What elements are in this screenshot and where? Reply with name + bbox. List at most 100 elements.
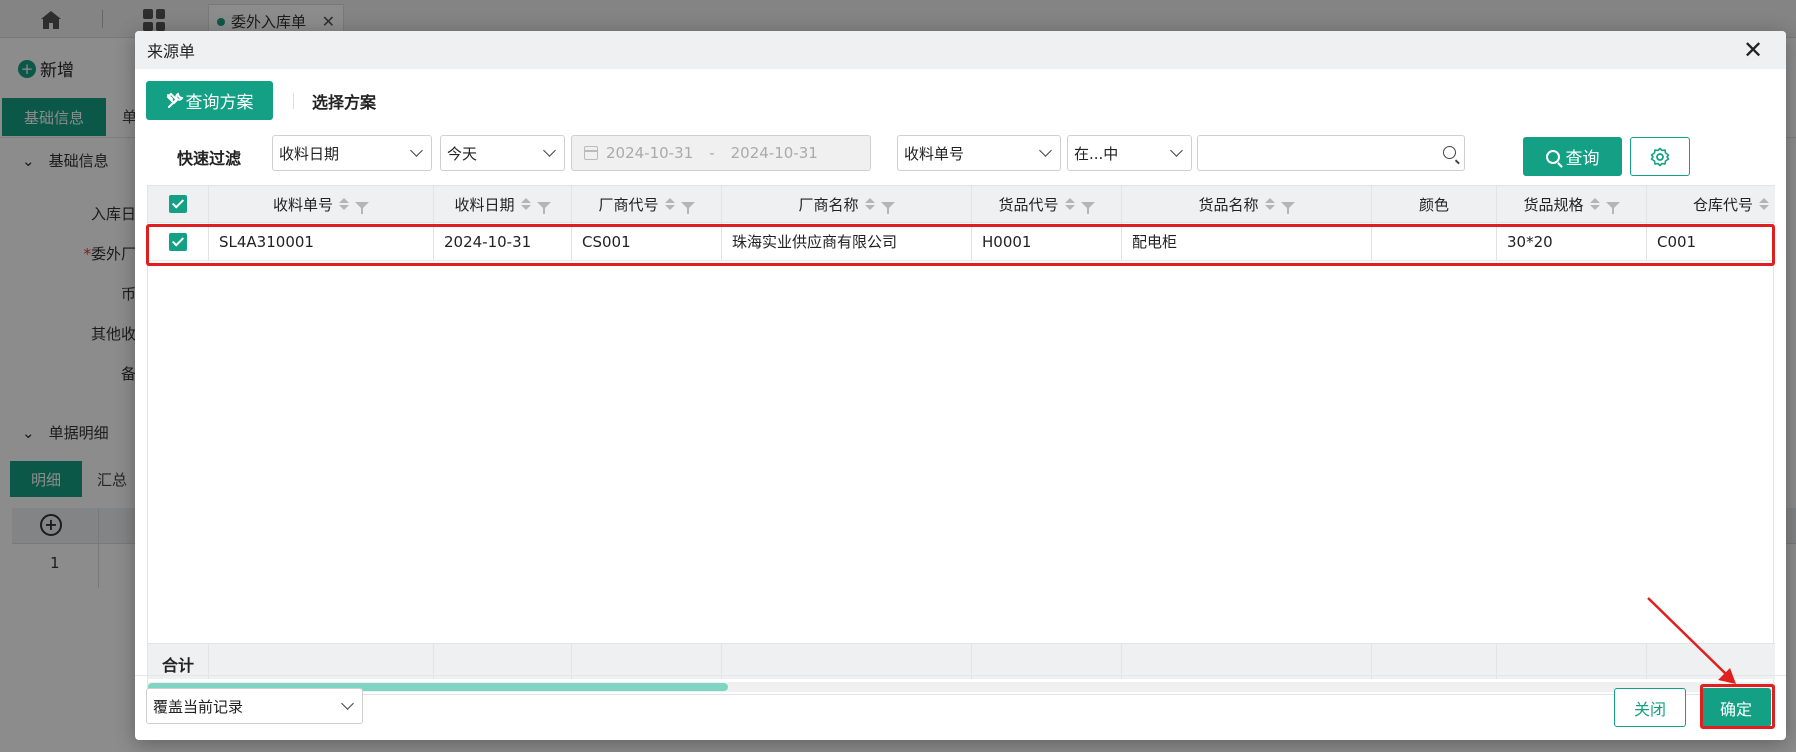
query-label: 查询 <box>1565 149 1600 169</box>
cell-color <box>1372 223 1497 260</box>
column-label: 货品名称 <box>1198 195 1259 214</box>
column-label: 厂商代号 <box>598 195 659 214</box>
sort-icon[interactable] <box>1759 198 1769 210</box>
footer-cell <box>1497 644 1647 679</box>
source-table: 收料单号 收料日期 厂商代号 厂商名称 货品代号 货品名称 颜色 货品规格 仓库… <box>147 185 1775 695</box>
search-icon <box>1545 149 1560 164</box>
table-row[interactable]: SL4A310001 2024-10-31 CS001 珠海实业供应商有限公司 … <box>148 223 1775 261</box>
query-scheme-button[interactable]: 查询方案 <box>146 81 273 120</box>
dialog-header: 来源单 ✕ <box>135 31 1786 69</box>
cell-vendor-name: 珠海实业供应商有限公司 <box>722 223 972 260</box>
cell-receipt-date: 2024-10-31 <box>434 223 572 260</box>
cell-receipt-no: SL4A310001 <box>209 223 434 260</box>
col-item-spec[interactable]: 货品规格 <box>1497 186 1647 222</box>
calendar-icon <box>584 146 598 160</box>
query-button[interactable]: 查询 <box>1523 137 1622 176</box>
column-label: 收料单号 <box>272 195 333 214</box>
select-value: 在...中 <box>1074 144 1119 163</box>
filter-field-select[interactable]: 收料日期 <box>272 135 432 171</box>
col-item-name[interactable]: 货品名称 <box>1122 186 1372 222</box>
select-value: 收料日期 <box>279 144 340 163</box>
sort-icon[interactable] <box>864 198 875 210</box>
filter-icon[interactable] <box>1080 201 1095 214</box>
gear-icon <box>1650 147 1670 166</box>
close-button[interactable]: 关闭 <box>1614 688 1686 727</box>
cell-item-spec: 30*20 <box>1497 223 1647 260</box>
choose-scheme-link[interactable]: 选择方案 <box>312 89 376 113</box>
col-receipt-date[interactable]: 收料日期 <box>434 186 572 222</box>
filter-icon[interactable] <box>880 201 895 214</box>
date-end: 2024-10-31 <box>730 144 818 162</box>
col-warehouse-code[interactable]: 仓库代号 <box>1647 186 1775 222</box>
date-range-input[interactable]: 2024-10-31 - 2024-10-31 <box>571 135 871 171</box>
tools-icon <box>166 92 183 108</box>
footer-cell <box>1372 644 1497 679</box>
filter-icon[interactable] <box>1605 201 1620 214</box>
search-field[interactable] <box>1198 136 1464 170</box>
table-footer: 合计 <box>148 643 1775 679</box>
footer-cell <box>1122 644 1372 679</box>
filter-icon[interactable] <box>1280 201 1295 214</box>
chevron-down-icon <box>410 144 423 157</box>
close-icon[interactable]: ✕ <box>1740 37 1766 63</box>
cell-vendor-code: CS001 <box>572 223 722 260</box>
select-value: 覆盖当前记录 <box>153 697 244 716</box>
horizontal-scrollbar[interactable] <box>148 682 1775 692</box>
sort-icon[interactable] <box>1264 198 1275 210</box>
filter-icon[interactable] <box>536 201 551 214</box>
period-select[interactable]: 今天 <box>440 135 565 171</box>
filter-icon[interactable] <box>355 201 369 214</box>
dialog-title: 来源单 <box>147 42 196 61</box>
column-label: 仓库代号 <box>1692 195 1753 214</box>
filter-icon[interactable] <box>680 201 695 214</box>
column-label: 货品代号 <box>998 195 1059 214</box>
column-label: 颜色 <box>1418 195 1449 214</box>
quick-filter-label: 快速过滤 <box>177 149 242 168</box>
column-label: 厂商名称 <box>798 195 859 214</box>
footer-cell <box>209 644 434 679</box>
row-select-cell[interactable] <box>148 223 209 260</box>
total-label: 合计 <box>162 656 195 675</box>
query-scheme-label: 查询方案 <box>185 93 254 113</box>
select-value: 收料单号 <box>904 144 965 163</box>
sort-icon[interactable] <box>664 198 675 210</box>
cell-item-name: 配电柜 <box>1122 223 1372 260</box>
overwrite-mode-select[interactable]: 覆盖当前记录 <box>146 688 363 724</box>
source-document-dialog: 来源单 ✕ 查询方案 选择方案 快速过滤 收料日期 今天 2024-10-31 … <box>135 31 1786 740</box>
divider <box>293 93 294 109</box>
confirm-button[interactable]: 确定 <box>1701 688 1771 727</box>
row-checkbox[interactable] <box>169 232 187 251</box>
search-input[interactable] <box>1197 135 1465 171</box>
sort-icon[interactable] <box>1064 198 1075 210</box>
divider <box>135 675 1786 676</box>
select-all-checkbox[interactable] <box>169 195 187 213</box>
footer-cell <box>722 644 972 679</box>
chevron-down-icon <box>1039 144 1052 157</box>
settings-button[interactable] <box>1630 137 1690 176</box>
col-vendor-name[interactable]: 厂商名称 <box>722 186 972 222</box>
footer-cell <box>572 644 722 679</box>
sort-icon[interactable] <box>339 198 349 210</box>
select-all-cell[interactable] <box>148 186 209 222</box>
table-header: 收料单号 收料日期 厂商代号 厂商名称 货品代号 货品名称 颜色 货品规格 仓库… <box>148 185 1775 223</box>
col-item-code[interactable]: 货品代号 <box>972 186 1122 222</box>
sort-icon[interactable] <box>520 198 531 210</box>
column-label: 收料日期 <box>454 195 515 214</box>
sort-icon[interactable] <box>1589 198 1600 210</box>
filter-field-select-2[interactable]: 收料单号 <box>897 135 1061 171</box>
cell-item-code: H0001 <box>972 223 1122 260</box>
chevron-down-icon <box>543 144 556 157</box>
col-color[interactable]: 颜色 <box>1372 186 1497 222</box>
operator-select[interactable]: 在...中 <box>1067 135 1192 171</box>
chevron-down-icon <box>341 697 354 710</box>
cell-warehouse-code: C001 <box>1657 232 1697 251</box>
footer-cell <box>434 644 572 679</box>
chevron-down-icon <box>1170 144 1183 157</box>
search-icon[interactable] <box>1443 146 1456 159</box>
col-vendor-code[interactable]: 厂商代号 <box>572 186 722 222</box>
date-start: 2024-10-31 <box>606 144 694 162</box>
date-separator: - <box>709 144 715 162</box>
footer-cell <box>972 644 1122 679</box>
column-label: 货品规格 <box>1523 195 1584 214</box>
col-receipt-no[interactable]: 收料单号 <box>209 186 434 222</box>
